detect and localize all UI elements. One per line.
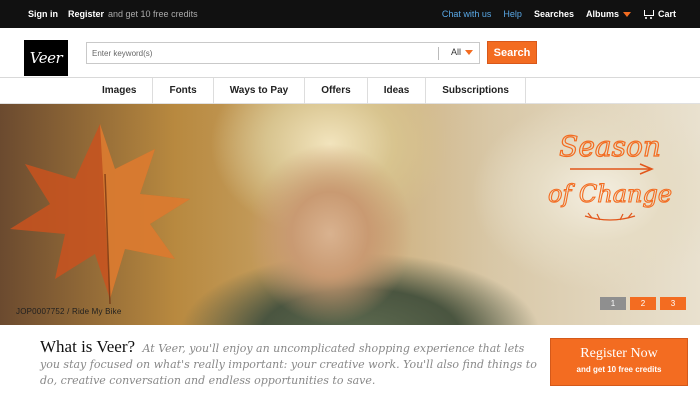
signin-link[interactable]: Sign in (28, 9, 58, 19)
search-scope-value: All (450, 47, 461, 57)
promo-headline: What is Veer? (40, 337, 136, 356)
utility-links: Chat with us Help Searches Albums Cart (442, 9, 676, 19)
slide-pager: 1 2 3 (600, 297, 686, 310)
pager-dot-2[interactable]: 2 (630, 297, 656, 310)
account-links: Sign in Register and get 10 free credits (28, 9, 198, 19)
nav-item-subscriptions[interactable]: Subscriptions (426, 78, 526, 104)
of-change-text: of Change (548, 180, 672, 208)
albums-dropdown[interactable]: Albums (586, 9, 631, 19)
top-bar: Sign in Register and get 10 free credits… (0, 0, 700, 28)
promo-section: What is Veer? At Veer, you'll enjoy an u… (0, 325, 700, 400)
maple-leaf-image (10, 124, 190, 305)
search-input[interactable] (92, 46, 432, 60)
nav-item-images[interactable]: Images (86, 78, 154, 104)
pager-dot-1[interactable]: 1 (600, 297, 626, 310)
register-now-button[interactable]: Register Now and get 10 free credits (550, 338, 688, 386)
search-divider (438, 47, 439, 60)
chevron-down-icon (622, 12, 631, 18)
nav-item-offers[interactable]: Offers (305, 78, 368, 104)
pager-dot-3[interactable]: 3 (660, 297, 686, 310)
site-header: Veer All Search (0, 28, 700, 78)
search-bar: All (86, 42, 480, 64)
chat-link[interactable]: Chat with us (442, 9, 492, 19)
albums-label: Albums (585, 9, 619, 19)
cart-link[interactable]: Cart (643, 9, 676, 19)
cart-label: Cart (657, 9, 676, 19)
search-scope-select[interactable]: All (451, 47, 473, 57)
cart-icon (643, 10, 654, 19)
register-now-title: Register Now (580, 346, 658, 361)
search-button[interactable]: Search (487, 41, 537, 64)
nav-item-fonts[interactable]: Fonts (153, 78, 214, 104)
image-caption[interactable]: JOP0007752 / Ride My Bike (16, 307, 122, 316)
register-promo-text: and get 10 free credits (108, 9, 198, 19)
promo-text: What is Veer? At Veer, you'll enjoy an u… (40, 337, 540, 389)
main-nav: Images Fonts Ways to Pay Offers Ideas Su… (0, 78, 700, 104)
season-of-change-graphic: Season of Change (547, 129, 673, 221)
searches-link[interactable]: Searches (534, 9, 574, 19)
register-link[interactable]: Register (68, 9, 104, 19)
hero-banner[interactable]: Season of Change JOP0007752 / Ride My Bi… (0, 104, 700, 325)
help-link[interactable]: Help (503, 9, 522, 19)
register-now-subtitle: and get 10 free credits (576, 365, 662, 374)
season-text: Season (559, 130, 661, 163)
chevron-down-icon (465, 49, 473, 55)
nav-item-ways-to-pay[interactable]: Ways to Pay (214, 78, 306, 104)
veer-logo[interactable]: Veer (24, 40, 68, 76)
nav-item-ideas[interactable]: Ideas (368, 78, 427, 104)
